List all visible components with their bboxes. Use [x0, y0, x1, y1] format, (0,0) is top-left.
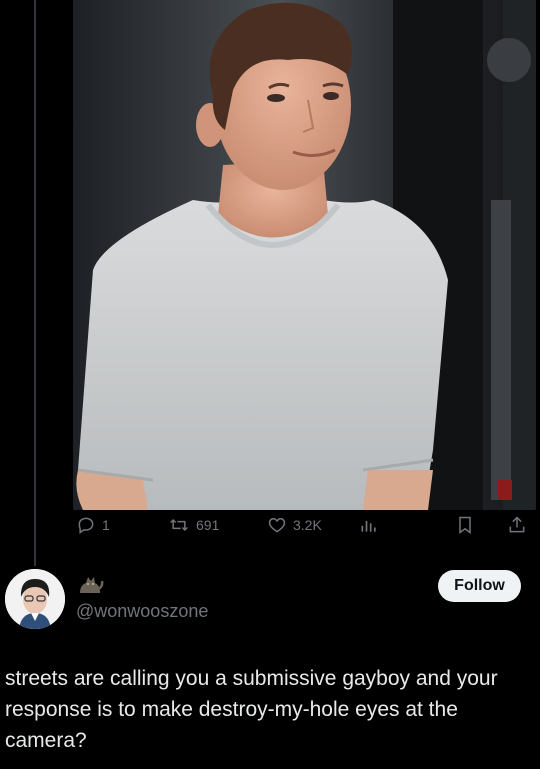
views-icon — [361, 520, 376, 532]
share-icon — [509, 516, 525, 533]
thread-line — [34, 0, 36, 566]
bookmark-button[interactable] — [455, 510, 475, 540]
avatar[interactable] — [5, 569, 65, 629]
bookmark-icon — [459, 516, 471, 534]
views-button[interactable] — [359, 510, 379, 540]
reply-count: 1 — [102, 517, 110, 533]
reply-button[interactable]: 1 — [76, 510, 110, 540]
like-button[interactable]: 3.2K — [267, 510, 322, 540]
like-count: 3.2K — [293, 517, 322, 533]
retweet-icon — [170, 518, 188, 532]
retweet-button[interactable]: 691 — [168, 510, 219, 540]
black-cat-icon — [80, 577, 104, 593]
tweet-photo[interactable] — [73, 0, 536, 510]
tweet-action-bar: 1 691 3.2K — [73, 510, 540, 540]
quoted-tweet-text: streets are calling you a submissive gay… — [5, 667, 498, 752]
reply-icon — [78, 517, 94, 534]
like-icon — [268, 517, 286, 533]
cat-emoji — [76, 571, 104, 599]
share-button[interactable] — [507, 510, 527, 540]
quoted-user-handle[interactable]: @wonwooszone — [76, 601, 208, 622]
follow-button[interactable]: Follow — [438, 570, 521, 602]
retweet-count: 691 — [196, 517, 220, 533]
